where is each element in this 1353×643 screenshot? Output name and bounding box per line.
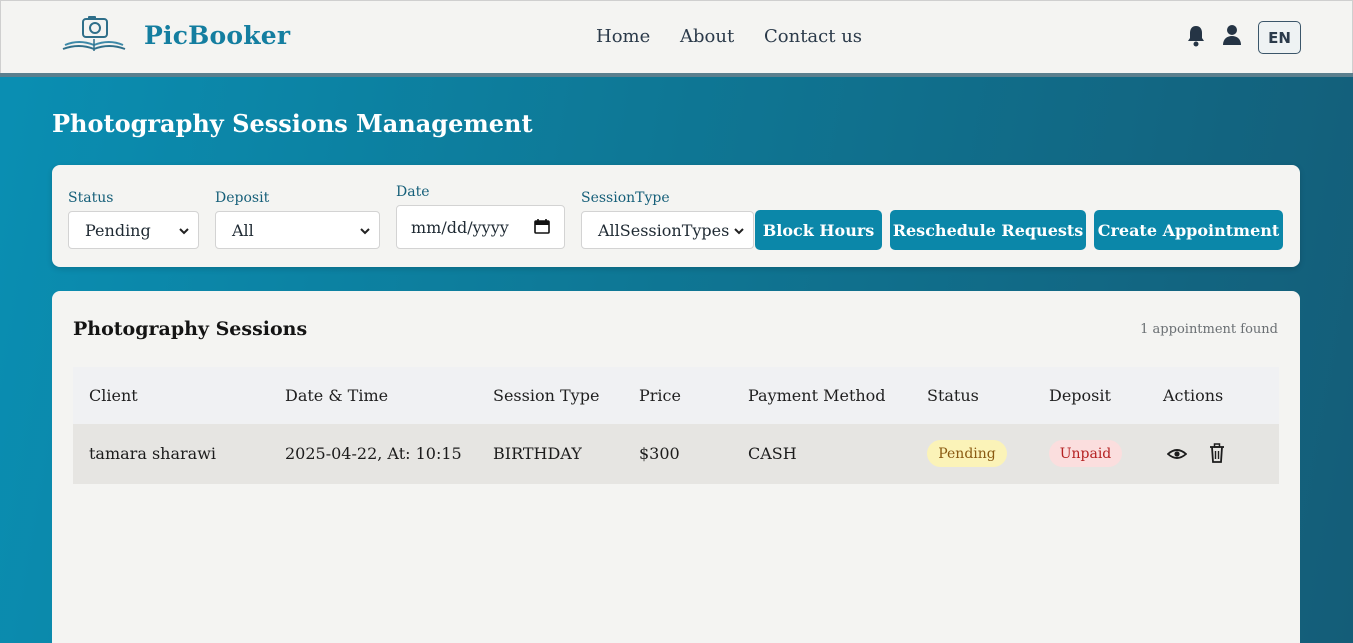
appointment-count: 1 appointment found — [1140, 322, 1278, 337]
chevron-down-icon — [179, 228, 189, 235]
session-type-filter-select[interactable]: AllSessionTypes — [581, 211, 754, 249]
column-header-date-time: Date & Time — [285, 386, 389, 405]
top-navbar: PicBooker Home About Contact us EN — [0, 0, 1353, 73]
language-button[interactable]: EN — [1258, 21, 1301, 54]
deposit-badge: Unpaid — [1049, 440, 1122, 467]
status-filter-select[interactable]: Pending — [68, 211, 199, 249]
sessions-title: Photography Sessions — [73, 318, 308, 340]
table-row: tamara sharawi 2025-04-22, At: 10:15 BIR… — [73, 424, 1279, 484]
bell-icon[interactable] — [1186, 25, 1206, 47]
nav-about-link[interactable]: About — [680, 26, 734, 47]
sessions-panel: Photography Sessions 1 appointment found… — [52, 291, 1300, 643]
cell-client: tamara sharawi — [89, 444, 217, 463]
status-filter-value: Pending — [85, 220, 151, 240]
nav-contact-link[interactable]: Contact us — [764, 26, 862, 47]
trash-icon[interactable] — [1209, 443, 1225, 463]
session-type-filter-value: AllSessionTypes — [598, 220, 730, 240]
deposit-filter-label: Deposit — [215, 190, 270, 206]
column-header-payment-method: Payment Method — [748, 386, 886, 405]
column-header-price: Price — [639, 386, 681, 405]
cell-payment-method: CASH — [748, 444, 797, 463]
page-title: Photography Sessions Management — [52, 109, 533, 138]
chevron-down-icon — [360, 228, 370, 235]
cell-date-time: 2025-04-22, At: 10:15 — [285, 444, 462, 463]
status-filter-label: Status — [68, 190, 114, 206]
camera-book-logo[interactable] — [61, 15, 127, 55]
filters-panel: Status Pending Deposit All Date mm/dd/yy… — [52, 165, 1300, 267]
column-header-client: Client — [89, 386, 138, 405]
deposit-filter-select[interactable]: All — [215, 211, 380, 249]
create-appointment-button[interactable]: Create Appointment — [1094, 210, 1283, 250]
session-type-filter-label: SessionType — [581, 190, 670, 206]
cell-price: $300 — [639, 444, 680, 463]
block-hours-button[interactable]: Block Hours — [755, 210, 882, 250]
user-icon[interactable] — [1222, 24, 1242, 46]
table-header: Client Date & Time Session Type Price Pa… — [73, 367, 1279, 424]
column-header-actions: Actions — [1163, 386, 1224, 405]
chevron-down-icon — [734, 228, 744, 235]
date-filter-label: Date — [396, 184, 430, 200]
date-filter-placeholder: mm/dd/yyyy — [411, 217, 509, 237]
deposit-filter-value: All — [232, 220, 254, 240]
column-header-status: Status — [927, 386, 979, 405]
navbar-divider — [0, 73, 1353, 77]
reschedule-requests-button[interactable]: Reschedule Requests — [890, 210, 1086, 250]
cell-session-type: BIRTHDAY — [493, 444, 582, 463]
brand-name[interactable]: PicBooker — [144, 21, 290, 50]
date-filter-input[interactable]: mm/dd/yyyy — [396, 205, 565, 249]
eye-icon[interactable] — [1167, 444, 1187, 464]
column-header-session-type: Session Type — [493, 386, 600, 405]
nav-home-link[interactable]: Home — [596, 26, 650, 47]
calendar-icon[interactable] — [534, 218, 550, 234]
status-badge: Pending — [927, 440, 1007, 467]
column-header-deposit: Deposit — [1049, 386, 1111, 405]
